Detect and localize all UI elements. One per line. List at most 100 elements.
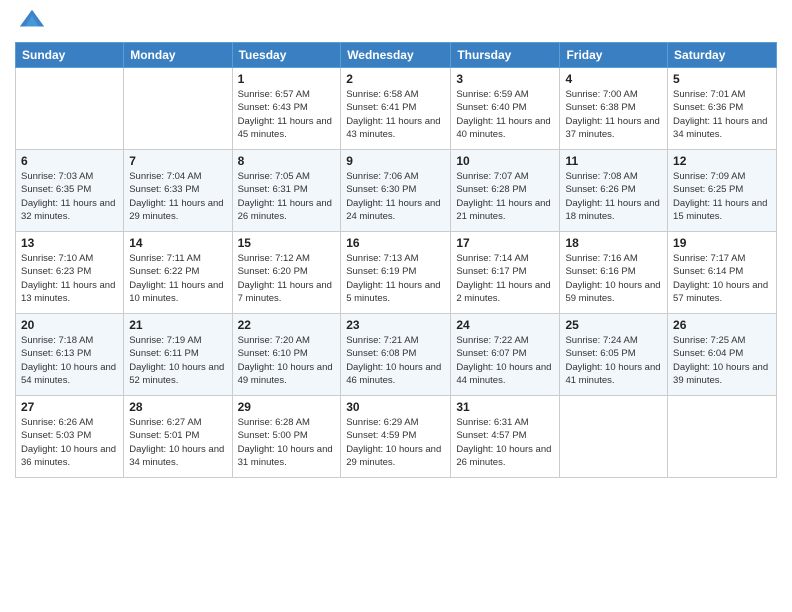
daylight-text: Daylight: 10 hours and 59 minutes. bbox=[565, 279, 662, 306]
sunrise-text: Sunrise: 7:17 AM bbox=[673, 252, 771, 265]
sunrise-text: Sunrise: 7:04 AM bbox=[129, 170, 226, 183]
day-number: 9 bbox=[346, 154, 445, 168]
day-detail: Sunrise: 6:29 AMSunset: 4:59 PMDaylight:… bbox=[346, 416, 445, 469]
day-number: 13 bbox=[21, 236, 118, 250]
day-detail: Sunrise: 7:13 AMSunset: 6:19 PMDaylight:… bbox=[346, 252, 445, 305]
table-cell: 30Sunrise: 6:29 AMSunset: 4:59 PMDayligh… bbox=[341, 396, 451, 478]
sunset-text: Sunset: 6:05 PM bbox=[565, 347, 662, 360]
sunrise-text: Sunrise: 7:21 AM bbox=[346, 334, 445, 347]
table-cell: 1Sunrise: 6:57 AMSunset: 6:43 PMDaylight… bbox=[232, 68, 341, 150]
logo bbox=[15, 14, 46, 34]
sunset-text: Sunset: 6:35 PM bbox=[21, 183, 118, 196]
day-detail: Sunrise: 7:09 AMSunset: 6:25 PMDaylight:… bbox=[673, 170, 771, 223]
sunset-text: Sunset: 4:57 PM bbox=[456, 429, 554, 442]
day-detail: Sunrise: 7:17 AMSunset: 6:14 PMDaylight:… bbox=[673, 252, 771, 305]
day-number: 6 bbox=[21, 154, 118, 168]
day-detail: Sunrise: 6:28 AMSunset: 5:00 PMDaylight:… bbox=[238, 416, 336, 469]
day-number: 14 bbox=[129, 236, 226, 250]
day-number: 31 bbox=[456, 400, 554, 414]
sunset-text: Sunset: 6:19 PM bbox=[346, 265, 445, 278]
sunset-text: Sunset: 6:16 PM bbox=[565, 265, 662, 278]
day-number: 1 bbox=[238, 72, 336, 86]
table-cell: 13 Sunrise: 7:10 AMSunset: 6:23 PMDayligh… bbox=[16, 232, 124, 314]
daylight-text: Daylight: 10 hours and 52 minutes. bbox=[129, 361, 226, 388]
sunrise-text: Sunrise: 7:06 AM bbox=[346, 170, 445, 183]
table-cell: 2Sunrise: 6:58 AMSunset: 6:41 PMDaylight… bbox=[341, 68, 451, 150]
daylight-text: Daylight: 10 hours and 31 minutes. bbox=[238, 443, 336, 470]
table-cell: 6Sunrise: 7:03 AMSunset: 6:35 PMDaylight… bbox=[16, 150, 124, 232]
sunset-text: Sunset: 6:31 PM bbox=[238, 183, 336, 196]
daylight-text: Daylight: 11 hours and 26 minutes. bbox=[238, 197, 336, 224]
sunrise-text: Sunrise: 7:13 AM bbox=[346, 252, 445, 265]
header-tuesday: Tuesday bbox=[232, 43, 341, 68]
day-number: 22 bbox=[238, 318, 336, 332]
day-number: 16 bbox=[346, 236, 445, 250]
sunset-text: Sunset: 6:26 PM bbox=[565, 183, 662, 196]
daylight-text: Daylight: 10 hours and 57 minutes. bbox=[673, 279, 771, 306]
daylight-text: Daylight: 11 hours and 29 minutes. bbox=[129, 197, 226, 224]
daylight-text: Daylight: 11 hours and 7 minutes. bbox=[238, 279, 336, 306]
sunrise-text: Sunrise: 7:12 AM bbox=[238, 252, 336, 265]
sunset-text: Sunset: 5:01 PM bbox=[129, 429, 226, 442]
sunrise-text: Sunrise: 6:59 AM bbox=[456, 88, 554, 101]
sunrise-text: Sunrise: 7:19 AM bbox=[129, 334, 226, 347]
daylight-text: Daylight: 10 hours and 39 minutes. bbox=[673, 361, 771, 388]
header-saturday: Saturday bbox=[668, 43, 777, 68]
sunset-text: Sunset: 6:33 PM bbox=[129, 183, 226, 196]
page: Sunday Monday Tuesday Wednesday Thursday… bbox=[0, 0, 792, 612]
sunset-text: Sunset: 6:40 PM bbox=[456, 101, 554, 114]
table-cell: 8Sunrise: 7:05 AMSunset: 6:31 PMDaylight… bbox=[232, 150, 341, 232]
day-detail: Sunrise: 6:27 AMSunset: 5:01 PMDaylight:… bbox=[129, 416, 226, 469]
table-cell: 3Sunrise: 6:59 AMSunset: 6:40 PMDaylight… bbox=[451, 68, 560, 150]
daylight-text: Daylight: 11 hours and 40 minutes. bbox=[456, 115, 554, 142]
sunrise-text: Sunrise: 7:25 AM bbox=[673, 334, 771, 347]
daylight-text: Daylight: 11 hours and 32 minutes. bbox=[21, 197, 118, 224]
sunset-text: Sunset: 5:00 PM bbox=[238, 429, 336, 442]
calendar-week-row: 6Sunrise: 7:03 AMSunset: 6:35 PMDaylight… bbox=[16, 150, 777, 232]
day-number: 21 bbox=[129, 318, 226, 332]
table-cell bbox=[560, 396, 668, 478]
sunrise-text: Sunrise: 7:08 AM bbox=[565, 170, 662, 183]
sunset-text: Sunset: 6:23 PM bbox=[21, 265, 118, 278]
calendar-header-row: Sunday Monday Tuesday Wednesday Thursday… bbox=[16, 43, 777, 68]
day-detail: Sunrise: 6:26 AMSunset: 5:03 PMDaylight:… bbox=[21, 416, 118, 469]
daylight-text: Daylight: 11 hours and 13 minutes. bbox=[21, 279, 118, 306]
sunrise-text: Sunrise: 7:10 AM bbox=[21, 252, 118, 265]
daylight-text: Daylight: 11 hours and 45 minutes. bbox=[238, 115, 336, 142]
day-detail: Sunrise: 7:18 AMSunset: 6:13 PMDaylight:… bbox=[21, 334, 118, 387]
calendar-week-row: 1Sunrise: 6:57 AMSunset: 6:43 PMDaylight… bbox=[16, 68, 777, 150]
daylight-text: Daylight: 11 hours and 10 minutes. bbox=[129, 279, 226, 306]
table-cell: 26Sunrise: 7:25 AMSunset: 6:04 PMDayligh… bbox=[668, 314, 777, 396]
table-cell: 21Sunrise: 7:19 AMSunset: 6:11 PMDayligh… bbox=[124, 314, 232, 396]
sunset-text: Sunset: 6:17 PM bbox=[456, 265, 554, 278]
day-number: 17 bbox=[456, 236, 554, 250]
table-cell: 22Sunrise: 7:20 AMSunset: 6:10 PMDayligh… bbox=[232, 314, 341, 396]
sunset-text: Sunset: 6:22 PM bbox=[129, 265, 226, 278]
table-cell: 24Sunrise: 7:22 AMSunset: 6:07 PMDayligh… bbox=[451, 314, 560, 396]
calendar-week-row: 13Sunrise: 7:10 AMSunset: 6:23 PMDayligh… bbox=[16, 232, 777, 314]
day-number: 27 bbox=[21, 400, 118, 414]
table-cell: 25 Sunrise: 7:24 AMSunset: 6:05 PMDayligh… bbox=[560, 314, 668, 396]
day-detail: Sunrise: 7:16 AMSunset: 6:16 PMDaylight:… bbox=[565, 252, 662, 305]
table-cell: 12Sunrise: 7:09 AMSunset: 6:25 PMDayligh… bbox=[668, 150, 777, 232]
day-number: 4 bbox=[565, 72, 662, 86]
sunrise-text: Sunrise: 7:14 AM bbox=[456, 252, 554, 265]
sunrise-text: Sunrise: 7:20 AM bbox=[238, 334, 336, 347]
sunrise-text: Sunrise: 7:01 AM bbox=[673, 88, 771, 101]
day-number: 25 bbox=[565, 318, 662, 332]
header-wednesday: Wednesday bbox=[341, 43, 451, 68]
day-detail: Sunrise: 7:24 AMSunset: 6:05 PMDaylight:… bbox=[565, 334, 662, 387]
day-number: 19 bbox=[673, 236, 771, 250]
sunrise-text: Sunrise: 7:00 AM bbox=[565, 88, 662, 101]
header-friday: Friday bbox=[560, 43, 668, 68]
sunset-text: Sunset: 4:59 PM bbox=[346, 429, 445, 442]
daylight-text: Daylight: 10 hours and 46 minutes. bbox=[346, 361, 445, 388]
table-cell: 16 Sunrise: 7:13 AMSunset: 6:19 PMDayligh… bbox=[341, 232, 451, 314]
daylight-text: Daylight: 11 hours and 15 minutes. bbox=[673, 197, 771, 224]
day-detail: Sunrise: 6:59 AMSunset: 6:40 PMDaylight:… bbox=[456, 88, 554, 141]
table-cell: 10Sunrise: 7:07 AMSunset: 6:28 PMDayligh… bbox=[451, 150, 560, 232]
daylight-text: Daylight: 11 hours and 18 minutes. bbox=[565, 197, 662, 224]
header-monday: Monday bbox=[124, 43, 232, 68]
sunrise-text: Sunrise: 7:22 AM bbox=[456, 334, 554, 347]
table-cell: 7Sunrise: 7:04 AMSunset: 6:33 PMDaylight… bbox=[124, 150, 232, 232]
